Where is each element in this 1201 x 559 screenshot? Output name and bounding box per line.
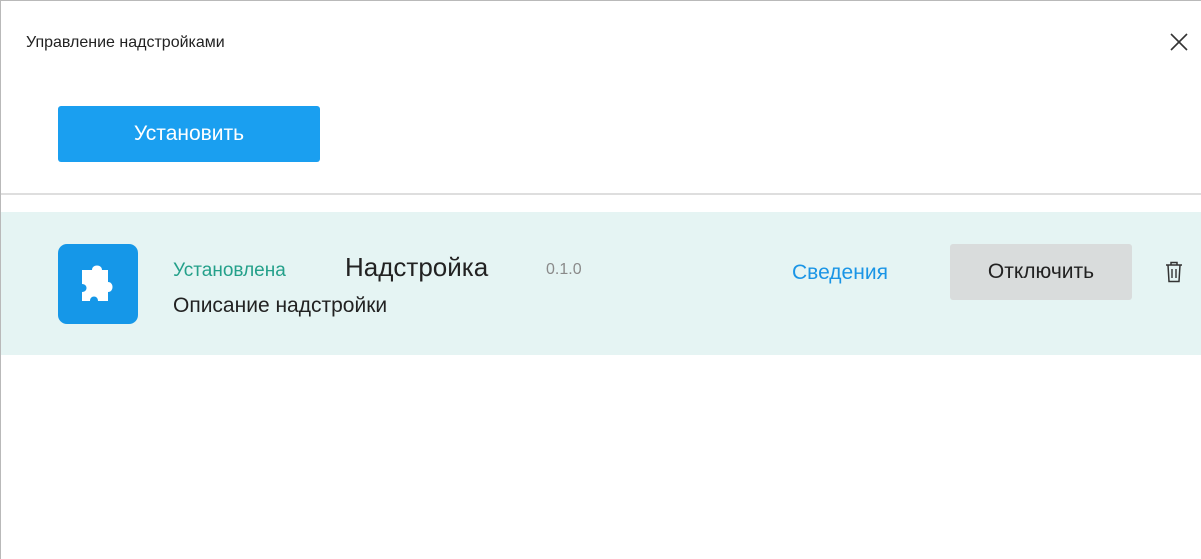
install-button-label: Установить <box>133 122 245 145</box>
addin-name: Надстройка <box>345 252 489 282</box>
puzzle-icon <box>82 265 113 301</box>
install-button[interactable]: Установить <box>58 106 320 162</box>
close-button[interactable] <box>1167 30 1191 54</box>
close-icon <box>1170 33 1188 51</box>
addin-icon <box>58 244 138 324</box>
disable-button-label: Отключить <box>987 260 1095 283</box>
addin-manager-dialog: Управление надстройками Установить Устан… <box>0 0 1201 559</box>
divider <box>1 193 1201 195</box>
addin-status: Установлена <box>173 260 286 281</box>
details-link[interactable]: Сведения <box>792 258 888 288</box>
addin-description: Описание надстройки <box>173 294 388 317</box>
trash-icon <box>1166 261 1182 283</box>
title-bar: Управление надстройками <box>1 1 1201 87</box>
addin-list-item: Установлена Надстройка 0.1.0 Описание на… <box>1 212 1201 355</box>
addin-version: 0.1.0 <box>546 261 582 278</box>
dialog-title: Управление надстройками <box>26 34 225 51</box>
disable-button[interactable]: Отключить <box>950 244 1132 300</box>
delete-button[interactable] <box>1162 259 1186 285</box>
